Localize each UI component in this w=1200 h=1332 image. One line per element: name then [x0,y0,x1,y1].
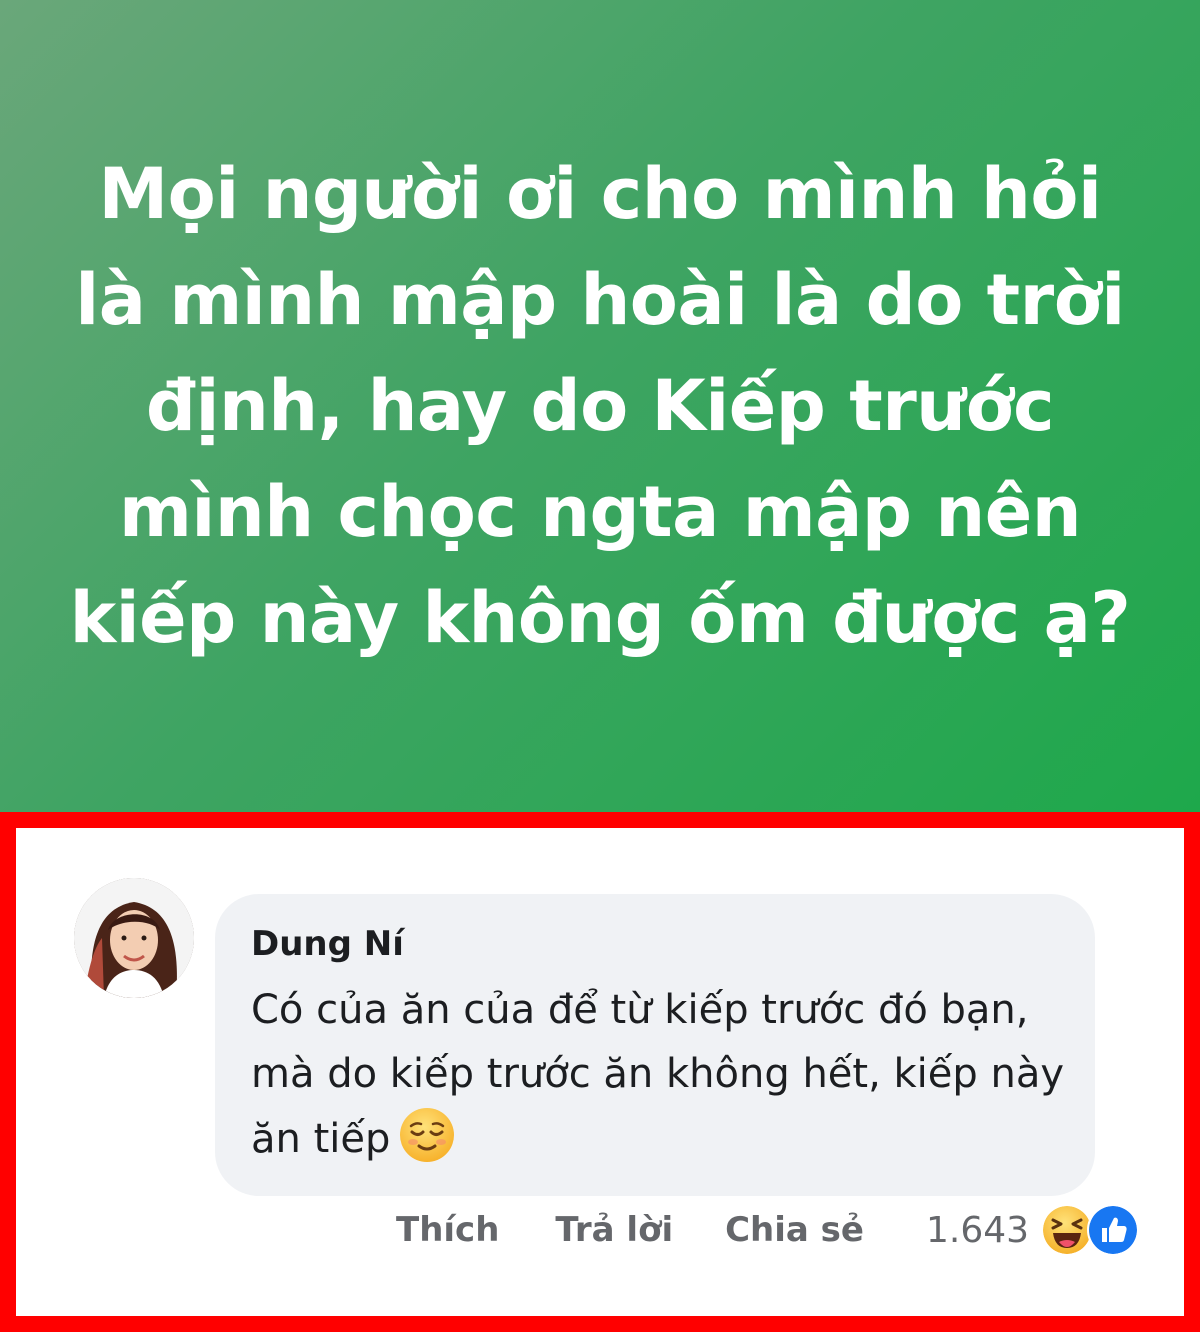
post-background: Mọi người ơi cho mình hỏi là mình mập ho… [0,0,1200,812]
like-icon [1087,1204,1140,1256]
comment-bubble: Dung Ní Có của ăn của để từ kiếp trước đ… [215,894,1095,1196]
reply-button[interactable]: Trả lời [555,1210,673,1250]
relieved-face-icon [398,1106,456,1183]
reaction-count[interactable]: 1.643 [926,1210,1029,1251]
avatar[interactable] [74,878,194,998]
comment-text-content: Có của ăn của để từ kiếp trước đó bạn, m… [251,987,1065,1162]
comment-author[interactable]: Dung Ní [251,924,404,964]
haha-icon [1041,1204,1094,1256]
post-text: Mọi người ơi cho mình hỏi là mình mập ho… [69,153,1131,659]
comment-highlight-frame: Dung Ní Có của ăn của để từ kiếp trước đ… [0,812,1200,1332]
comment-actions: Thích Trả lời Chia sẻ 1.643 [396,1202,1140,1258]
avatar-portrait-icon [74,878,194,998]
share-button[interactable]: Chia sẻ [725,1210,864,1250]
reaction-icons[interactable] [1041,1204,1140,1256]
comment-text: Có của ăn của để từ kiếp trước đó bạn, m… [251,978,1071,1183]
like-button[interactable]: Thích [396,1210,499,1250]
